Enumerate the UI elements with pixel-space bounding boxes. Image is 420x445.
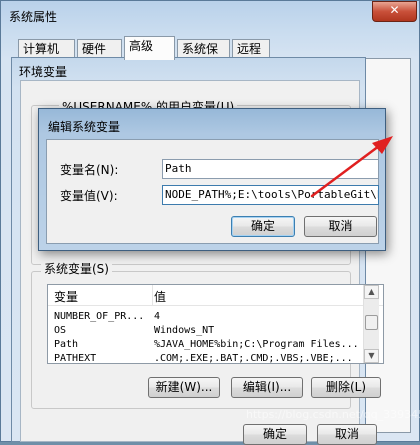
watermark: https://blog.csdn.net/qq_33934533 [246, 408, 420, 421]
annotation-arrow-icon [310, 136, 393, 198]
